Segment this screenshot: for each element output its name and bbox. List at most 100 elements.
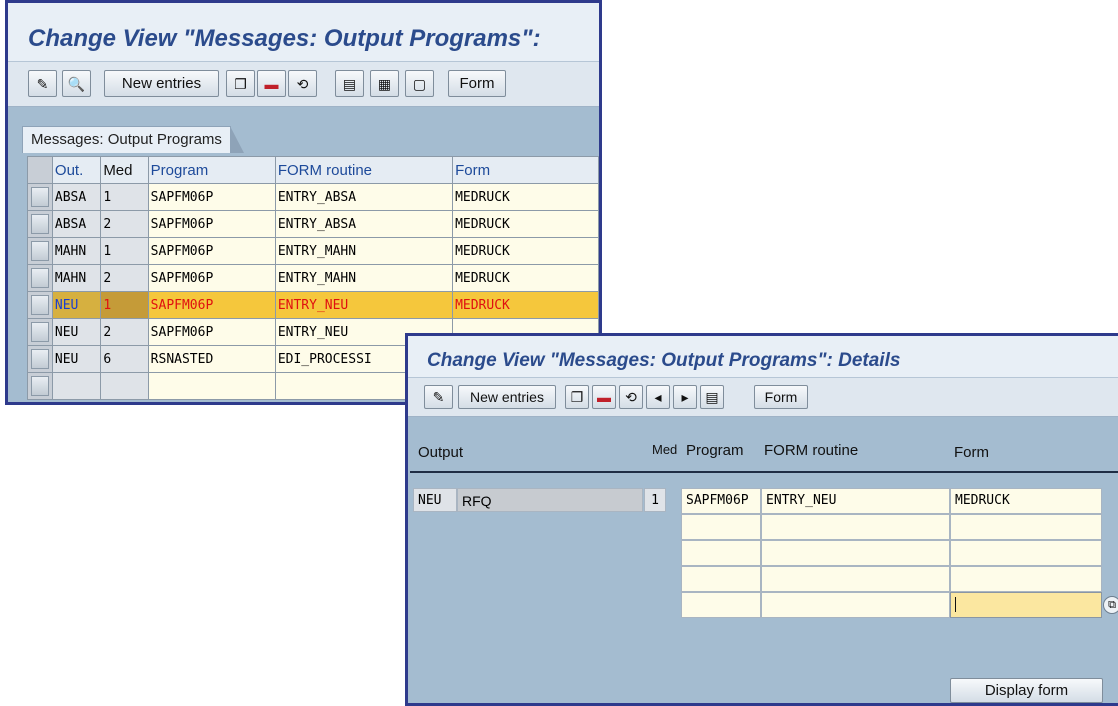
display-change-icon[interactable]: ✎ [28, 70, 57, 97]
select-block-icon[interactable]: ▦ [370, 70, 399, 97]
details-window: Change View "Messages: Output Programs":… [405, 333, 1118, 706]
cell-form-routine[interactable]: ENTRY_MAHN [274, 237, 454, 265]
cell-out[interactable]: MAHN [51, 237, 102, 265]
copy-icon[interactable]: ❐ [565, 385, 589, 409]
column-header-form[interactable]: Form [452, 156, 599, 184]
column-header-out[interactable]: Out. [51, 156, 102, 184]
cell-form[interactable]: MEDRUCK [452, 237, 599, 265]
previous-entry-icon[interactable]: ◂ [646, 385, 670, 409]
form-field[interactable] [950, 566, 1102, 592]
column-header-program[interactable]: Program [147, 156, 276, 184]
cell-form-routine[interactable]: ENTRY_NEU [274, 291, 454, 319]
cell-out[interactable] [51, 372, 102, 400]
cell-form[interactable]: MEDRUCK [452, 291, 599, 319]
select-all-corner[interactable] [27, 156, 53, 184]
table-row[interactable]: ABSA 2 SAPFM06P ENTRY_ABSA MEDRUCK [27, 210, 599, 238]
cell-program[interactable]: SAPFM06P [147, 183, 276, 211]
column-header-form-routine[interactable]: FORM routine [274, 156, 454, 184]
cell-med[interactable] [100, 372, 149, 400]
cell-out[interactable]: ABSA [51, 183, 102, 211]
cell-form-routine[interactable]: ENTRY_ABSA [274, 183, 454, 211]
form-routine-field[interactable] [761, 540, 950, 566]
cell-form-routine[interactable]: ENTRY_MAHN [274, 264, 454, 292]
undo-icon[interactable]: ⟲ [288, 70, 317, 97]
form-button[interactable]: Form [754, 385, 808, 409]
page-title: Change View "Messages: Output Programs": [28, 25, 541, 52]
row-selector[interactable] [27, 183, 53, 211]
undo-icon[interactable]: ⟲ [619, 385, 643, 409]
copy-icon[interactable]: ❐ [226, 70, 255, 97]
table-row[interactable]: MAHN 2 SAPFM06P ENTRY_MAHN MEDRUCK [27, 264, 599, 292]
med-label: Med [652, 442, 678, 457]
cell-med[interactable]: 1 [100, 291, 149, 319]
program-label: Program [686, 442, 744, 459]
tab-output-programs[interactable]: Messages: Output Programs [22, 126, 244, 153]
table-row-selected[interactable]: NEU 1 SAPFM06P ENTRY_NEU MEDRUCK [27, 291, 599, 319]
form-routine-field[interactable] [761, 514, 950, 540]
cell-out[interactable]: ABSA [51, 210, 102, 238]
cell-med[interactable]: 1 [100, 183, 149, 211]
row-selector[interactable] [27, 318, 53, 346]
form-field[interactable]: MEDRUCK [950, 488, 1102, 514]
delete-icon[interactable]: ▬ [257, 70, 286, 97]
form-routine-field[interactable] [761, 592, 950, 618]
cell-out[interactable]: MAHN [51, 264, 102, 292]
cell-out[interactable]: NEU [51, 345, 102, 373]
cell-program[interactable] [147, 372, 276, 400]
cell-program[interactable]: SAPFM06P [147, 210, 276, 238]
cell-med[interactable]: 2 [100, 318, 149, 346]
cell-program[interactable]: SAPFM06P [147, 264, 276, 292]
output-description-field: RFQ [457, 488, 643, 512]
row-selector[interactable] [27, 210, 53, 238]
cell-med[interactable]: 1 [100, 237, 149, 265]
cell-med[interactable]: 2 [100, 210, 149, 238]
header-divider [410, 471, 1118, 473]
delete-icon[interactable]: ▬ [592, 385, 616, 409]
cell-form-routine[interactable]: ENTRY_ABSA [274, 210, 454, 238]
column-header-med[interactable]: Med [100, 156, 149, 184]
display-form-button[interactable]: Display form [950, 678, 1103, 703]
program-field[interactable] [681, 566, 761, 592]
form-field[interactable] [950, 514, 1102, 540]
cell-out[interactable]: NEU [51, 318, 102, 346]
program-field[interactable]: SAPFM06P [681, 488, 761, 514]
form-routine-field[interactable] [761, 566, 950, 592]
details-title: Change View "Messages: Output Programs":… [427, 350, 901, 371]
table-row[interactable]: MAHN 1 SAPFM06P ENTRY_MAHN MEDRUCK [27, 237, 599, 265]
cell-out[interactable]: NEU [51, 291, 102, 319]
cell-med[interactable]: 6 [100, 345, 149, 373]
cell-program[interactable]: RSNASTED [147, 345, 276, 373]
new-entries-button[interactable]: New entries [458, 385, 556, 409]
form-label: Form [954, 444, 989, 461]
cell-form[interactable]: MEDRUCK [452, 264, 599, 292]
row-selector[interactable] [27, 291, 53, 319]
form-field-focused[interactable] [950, 592, 1102, 618]
next-entry-icon[interactable]: ▸ [673, 385, 697, 409]
form-field[interactable] [950, 540, 1102, 566]
display-change-icon[interactable]: ✎ [424, 385, 453, 409]
other-entry-icon[interactable]: ▤ [700, 385, 724, 409]
cell-program[interactable]: SAPFM06P [147, 291, 276, 319]
cell-med[interactable]: 2 [100, 264, 149, 292]
row-selector[interactable] [27, 237, 53, 265]
select-all-icon[interactable]: ▤ [335, 70, 364, 97]
program-field[interactable] [681, 592, 761, 618]
cell-form[interactable]: MEDRUCK [452, 210, 599, 238]
row-selector[interactable] [27, 264, 53, 292]
value-help-icon[interactable]: ⧉ [1103, 596, 1118, 614]
new-entries-button[interactable]: New entries [104, 70, 219, 97]
row-selector[interactable] [27, 372, 53, 400]
cell-program[interactable]: SAPFM06P [147, 237, 276, 265]
program-field[interactable] [681, 540, 761, 566]
cell-program[interactable]: SAPFM06P [147, 318, 276, 346]
list-toolbar: ✎ 🔍 New entries ❐ ▬ ⟲ ▤ ▦ ▢ Form [8, 62, 599, 107]
form-routine-field[interactable]: ENTRY_NEU [761, 488, 950, 514]
cell-form[interactable]: MEDRUCK [452, 183, 599, 211]
program-field[interactable] [681, 514, 761, 540]
form-button[interactable]: Form [448, 70, 506, 97]
row-selector[interactable] [27, 345, 53, 373]
select-view-icon[interactable]: 🔍 [62, 70, 91, 97]
deselect-all-icon[interactable]: ▢ [405, 70, 434, 97]
table-row[interactable]: ABSA 1 SAPFM06P ENTRY_ABSA MEDRUCK [27, 183, 599, 211]
text-cursor [955, 597, 956, 612]
